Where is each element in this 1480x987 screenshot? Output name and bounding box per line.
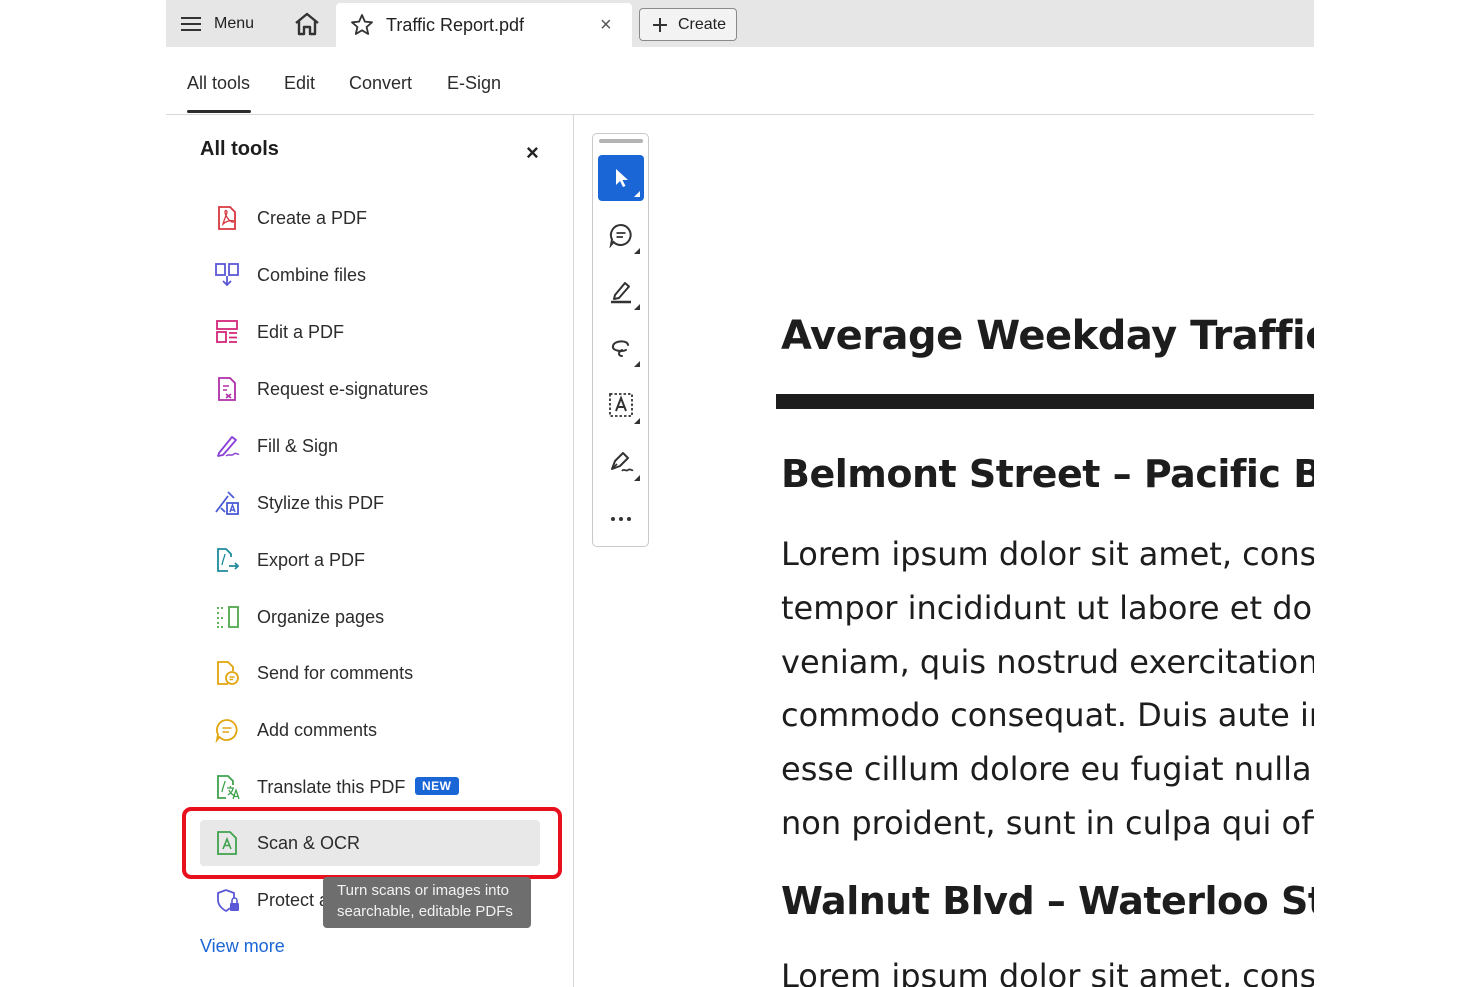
tool-combine-files[interactable]: Combine files	[200, 252, 540, 298]
add-comments-icon	[215, 719, 238, 743]
paragraph-line: non proident, sunt in culpa qui officia	[781, 804, 1314, 842]
paragraph-line: Lorem ipsum dolor sit amet, consectetur	[781, 535, 1314, 573]
tool-stylize-pdf[interactable]: Stylize this PDF	[200, 480, 540, 526]
title-rule	[776, 394, 1314, 409]
create-label: Create	[678, 15, 727, 33]
tool-translate-pdf[interactable]: Translate this PDF NEW	[200, 764, 540, 810]
home-icon	[295, 12, 319, 36]
document-tab-title: Traffic Report.pdf	[386, 15, 525, 35]
combine-files-icon	[215, 263, 239, 287]
highlight-box	[182, 807, 562, 879]
add-comment-icon	[609, 223, 632, 248]
home-button[interactable]	[290, 8, 324, 40]
new-badge: NEW	[415, 777, 459, 795]
tool-organize-pages[interactable]: Organize pages	[200, 594, 540, 640]
draw-tool-button[interactable]	[598, 325, 644, 371]
all-tools-panel: All tools × Create a PDF Combine files E…	[166, 115, 574, 987]
tool-create-pdf[interactable]: Create a PDF	[200, 195, 540, 241]
stylize-pdf-icon	[215, 491, 239, 515]
plus-icon	[653, 17, 667, 32]
tool-label: Send for comments	[257, 663, 414, 683]
tool-export-pdf[interactable]: Export a PDF	[200, 537, 540, 583]
panel-title: All tools	[200, 138, 279, 160]
close-panel-icon[interactable]: ×	[526, 140, 539, 166]
export-pdf-icon	[217, 548, 240, 572]
paragraph-line: esse cillum dolore eu fugiat nulla	[781, 750, 1312, 788]
menu-label: Menu	[214, 15, 255, 32]
text-box-icon	[609, 393, 633, 417]
edit-pdf-icon	[216, 320, 238, 343]
star-icon[interactable]	[350, 13, 374, 37]
fill-sign-icon	[217, 436, 240, 457]
tool-label: Create a PDF	[257, 208, 368, 228]
acrobat-window: Menu Traffic Report.pdf × Create All too…	[166, 0, 1314, 987]
view-more-link[interactable]: View more	[200, 936, 285, 957]
select-cursor-icon	[616, 169, 628, 187]
request-esign-icon	[218, 377, 236, 401]
highlight-tool-button[interactable]	[598, 268, 644, 314]
quick-tools-toolbar	[592, 133, 649, 547]
tool-label: Fill & Sign	[257, 436, 339, 456]
menu-button[interactable]: Menu	[180, 8, 254, 40]
protect-pdf-icon	[217, 889, 239, 913]
active-tab-indicator	[187, 110, 251, 113]
send-comments-icon	[217, 661, 239, 685]
text-box-tool-button[interactable]	[598, 382, 644, 428]
section-heading: Walnut Blvd – Waterloo Street	[781, 879, 1314, 923]
tool-label: Organize pages	[257, 607, 385, 627]
more-icon	[611, 517, 631, 521]
close-tab-icon[interactable]: ×	[600, 14, 612, 37]
section-heading: Belmont Street – Pacific Blvd	[781, 452, 1314, 496]
document-tab[interactable]: Traffic Report.pdf ×	[336, 3, 632, 47]
tab-esign[interactable]: E-Sign	[447, 73, 501, 94]
paragraph-line: commodo consequat. Duis aute irure	[781, 696, 1314, 734]
tool-label: Stylize this PDF	[257, 493, 385, 513]
document-title: Average Weekday Traffic (AWT)	[781, 313, 1314, 359]
translate-pdf-icon	[217, 775, 240, 800]
tool-label: Edit a PDF	[257, 322, 345, 342]
draw-freehand-icon	[611, 340, 629, 357]
tab-all-tools[interactable]: All tools	[187, 73, 250, 94]
tool-label: Export a PDF	[257, 550, 366, 570]
highlight-pen-icon	[611, 282, 631, 304]
scan-ocr-tooltip: Turn scans or images into searchable, ed…	[323, 877, 531, 928]
select-tool-button[interactable]	[598, 155, 644, 201]
top-bar: Menu Traffic Report.pdf × Create	[166, 0, 1314, 47]
tab-edit[interactable]: Edit	[284, 73, 315, 94]
pdf-document-view: Average Weekday Traffic (AWT) Belmont St…	[776, 115, 1314, 987]
tool-label: Translate this PDF	[257, 777, 406, 797]
create-button[interactable]: Create	[639, 8, 737, 41]
organize-pages-icon	[217, 606, 239, 628]
tool-label: Add comments	[257, 720, 378, 740]
tool-fill-sign[interactable]: Fill & Sign	[200, 423, 540, 469]
hamburger-icon	[181, 17, 201, 31]
paragraph-line: Lorem ipsum dolor sit amet, consectetur	[781, 957, 1314, 987]
sign-tool-button[interactable]	[598, 439, 644, 485]
tool-label: Combine files	[257, 265, 367, 285]
tool-nav: All tools Edit Convert E-Sign	[166, 47, 1314, 115]
tab-convert[interactable]: Convert	[349, 73, 412, 94]
paragraph-line: veniam, quis nostrud exercitation	[781, 643, 1314, 681]
tool-edit-pdf[interactable]: Edit a PDF	[200, 309, 540, 355]
toolbar-grip[interactable]	[599, 139, 643, 143]
sign-icon	[611, 452, 634, 472]
tool-add-comments[interactable]: Add comments	[200, 707, 540, 753]
more-tools-button[interactable]	[598, 496, 644, 542]
paragraph-line: tempor incididunt ut labore et dolore	[781, 589, 1314, 627]
create-pdf-icon	[218, 206, 236, 230]
tool-request-esignatures[interactable]: Request e-signatures	[200, 366, 540, 412]
comment-tool-button[interactable]	[598, 212, 644, 258]
tool-send-comments[interactable]: Send for comments	[200, 650, 540, 696]
tool-label: Request e-signatures	[257, 379, 429, 399]
